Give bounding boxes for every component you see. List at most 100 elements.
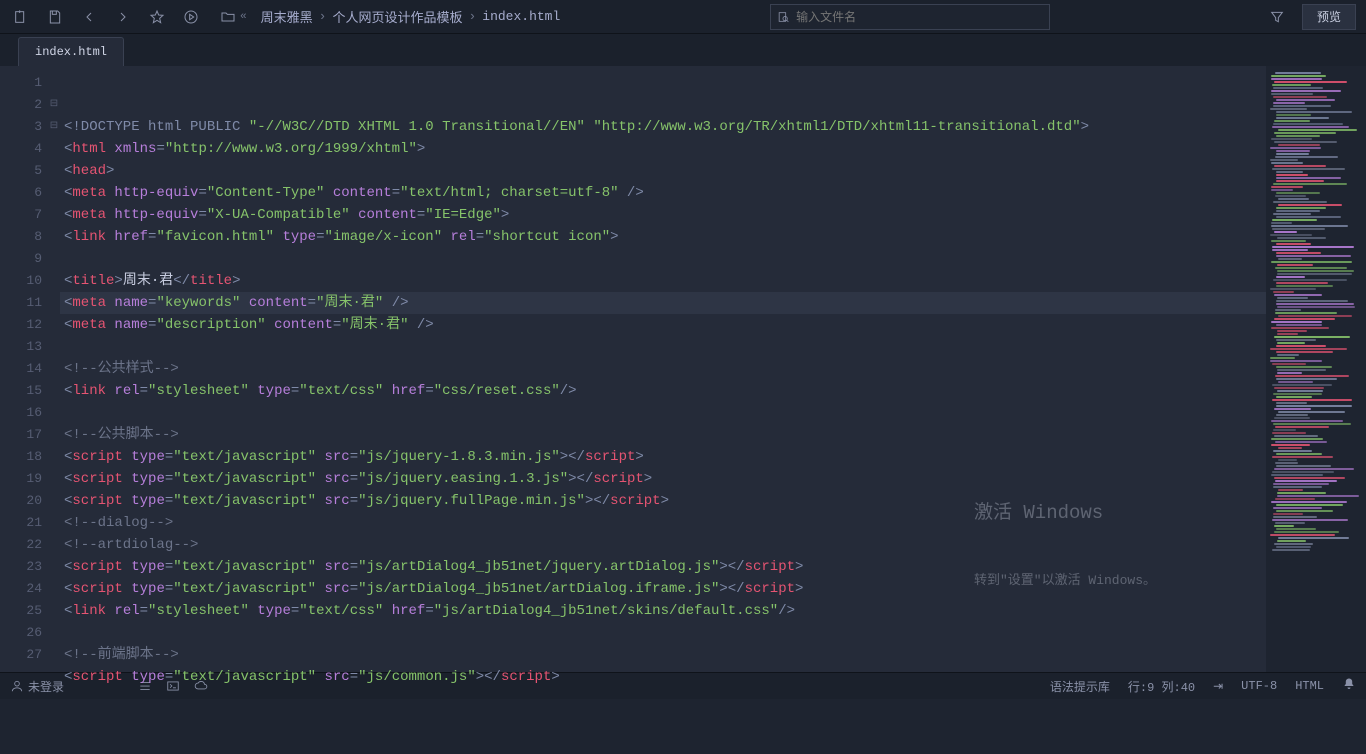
file-export-icon[interactable] [6, 2, 36, 32]
minimap-line [1273, 213, 1312, 215]
code-line[interactable] [60, 402, 1266, 424]
code-line[interactable]: <!--公共脚本--> [60, 424, 1266, 446]
minimap-line [1277, 495, 1359, 497]
file-search-box[interactable] [770, 4, 1050, 30]
code-line[interactable] [60, 622, 1266, 644]
minimap-line [1273, 87, 1324, 89]
line-number: 3 [0, 116, 48, 138]
user-status[interactable]: 未登录 [10, 678, 64, 695]
minimap-line [1273, 393, 1323, 395]
breadcrumb-item[interactable]: 个人网页设计作品模板 [332, 7, 462, 26]
minimap-line [1273, 96, 1327, 98]
minimap-line [1274, 531, 1339, 533]
code-line[interactable]: <html xmlns="http://www.w3.org/1999/xhtm… [60, 138, 1266, 160]
folder-icon[interactable] [216, 2, 240, 32]
minimap-line [1277, 354, 1298, 356]
minimap-line [1270, 348, 1347, 350]
minimap-line [1277, 390, 1323, 392]
code-line[interactable]: <meta name="description" content="周末·君" … [60, 314, 1266, 336]
minimap-line [1272, 471, 1335, 473]
code-line[interactable] [60, 248, 1266, 270]
save-icon[interactable] [40, 2, 70, 32]
bc-sep-icon: « [240, 11, 247, 23]
minimap-line [1276, 216, 1340, 218]
fold-marker [48, 446, 60, 468]
code-line[interactable]: <link rel="stylesheet" type="text/css" h… [60, 600, 1266, 622]
minimap-line [1271, 93, 1313, 95]
minimap-line [1276, 405, 1352, 407]
code-line[interactable]: <script type="text/javascript" src="js/a… [60, 556, 1266, 578]
minimap-line [1276, 192, 1319, 194]
fold-marker [48, 556, 60, 578]
star-icon[interactable] [142, 2, 172, 32]
code-line[interactable]: <script type="text/javascript" src="js/j… [60, 490, 1266, 512]
code-line[interactable]: <link href="favicon.html" type="image/x-… [60, 226, 1266, 248]
code-line[interactable]: <!DOCTYPE html PUBLIC "-//W3C//DTD XHTML… [60, 116, 1266, 138]
minimap-line [1276, 252, 1321, 254]
fold-marker [48, 138, 60, 160]
minimap-line [1271, 501, 1347, 503]
code-line[interactable]: <script type="text/javascript" src="js/j… [60, 468, 1266, 490]
fold-marker [48, 424, 60, 446]
code-line[interactable]: <link rel="stylesheet" type="text/css" h… [60, 380, 1266, 402]
code-line[interactable]: <head> [60, 160, 1266, 182]
tab-active[interactable]: index.html [18, 37, 124, 66]
minimap-line [1275, 312, 1338, 314]
minimap-line [1277, 540, 1306, 542]
minimap-line [1276, 180, 1325, 182]
code-line[interactable]: <!--公共样式--> [60, 358, 1266, 380]
fold-marker[interactable]: ⊟ [48, 94, 60, 116]
fold-marker [48, 622, 60, 644]
fold-marker [48, 248, 60, 270]
code-line[interactable]: <!--dialog--> [60, 512, 1266, 534]
minimap-line [1277, 264, 1313, 266]
fold-column[interactable]: ⊟⊟ [48, 66, 60, 672]
minimap-line [1274, 120, 1310, 122]
back-icon[interactable] [74, 2, 104, 32]
minimap-line [1276, 510, 1334, 512]
minimap-line [1276, 114, 1311, 116]
minimap-line [1271, 438, 1323, 440]
code-line[interactable]: <meta http-equiv="Content-Type" content=… [60, 182, 1266, 204]
minimap-line [1277, 372, 1302, 374]
fold-marker[interactable]: ⊟ [48, 116, 60, 138]
line-number: 26 [0, 622, 48, 644]
preview-button[interactable]: 预览 [1302, 4, 1356, 30]
code-editor[interactable]: 1234567891011121314151617181920212223242… [0, 66, 1366, 672]
minimap-line [1270, 360, 1322, 362]
code-line[interactable]: <meta http-equiv="X-UA-Compatible" conte… [60, 204, 1266, 226]
code-line[interactable] [60, 336, 1266, 358]
minimap[interactable] [1266, 66, 1366, 672]
code-line[interactable]: <title>周末·君</title> [60, 270, 1266, 292]
language-mode[interactable]: HTML [1295, 679, 1324, 693]
minimap-line [1276, 111, 1352, 113]
code-line[interactable]: <!--前端脚本--> [60, 644, 1266, 666]
code-line[interactable]: <script type="text/javascript" src="js/a… [60, 578, 1266, 600]
line-number: 18 [0, 446, 48, 468]
bell-icon[interactable] [1342, 677, 1356, 695]
code-line[interactable] [60, 688, 1266, 710]
breadcrumb-item[interactable]: index.html [482, 9, 560, 24]
code-line[interactable]: <script type="text/javascript" src="js/c… [60, 666, 1266, 688]
minimap-line [1275, 522, 1305, 524]
line-number: 9 [0, 248, 48, 270]
fold-marker [48, 468, 60, 490]
code-line[interactable]: <meta name="keywords" content="周末·君" /> [60, 292, 1266, 314]
filter-icon[interactable] [1262, 2, 1292, 32]
play-icon[interactable] [176, 2, 206, 32]
minimap-line [1270, 534, 1335, 536]
code-line[interactable]: <!--artdiolag--> [60, 534, 1266, 556]
fold-marker [48, 72, 60, 94]
search-input[interactable] [796, 10, 1043, 24]
fold-marker [48, 380, 60, 402]
minimap-line [1277, 330, 1306, 332]
code-line[interactable]: <script type="text/javascript" src="js/j… [60, 446, 1266, 468]
breadcrumb-item[interactable]: 周末雅黑 [261, 7, 313, 26]
minimap-line [1277, 237, 1326, 239]
forward-icon[interactable] [108, 2, 138, 32]
minimap-line [1274, 477, 1346, 479]
minimap-line [1276, 546, 1311, 548]
code-area[interactable]: <!DOCTYPE html PUBLIC "-//W3C//DTD XHTML… [60, 66, 1266, 672]
minimap-line [1274, 165, 1326, 167]
minimap-line [1271, 186, 1303, 188]
